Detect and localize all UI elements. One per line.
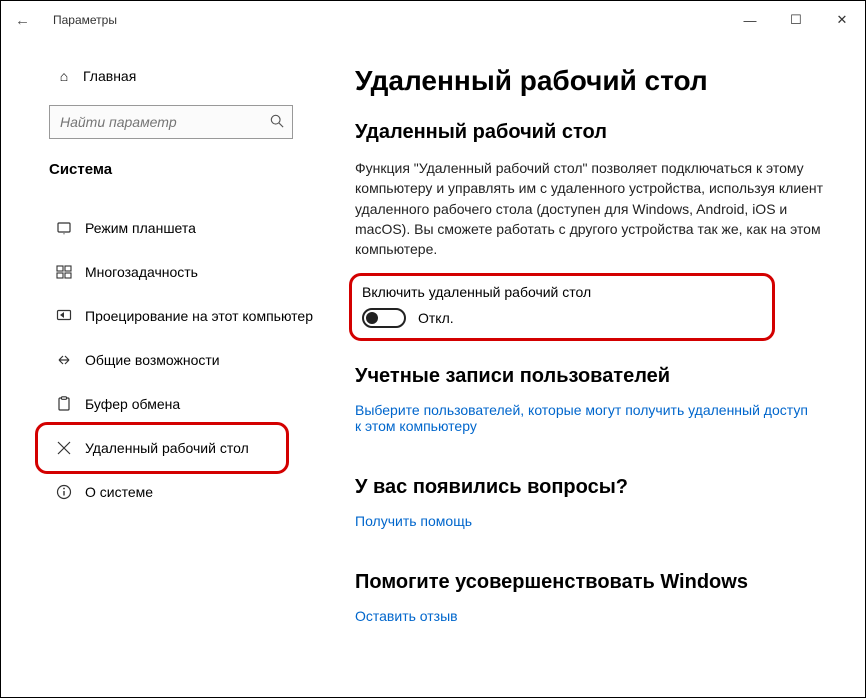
section-remote-title: Удаленный рабочий стол [355,121,835,144]
spacer [355,549,835,563]
sidebar-item-multitask[interactable]: Многозадачность [1,250,331,294]
remote-toggle-block: Включить удаленный рабочий стол Откл. [349,273,775,341]
nav-list: Режим планшета Многозадачность Проециров… [1,206,331,514]
toggle-row: Откл. [362,308,758,328]
remote-toggle[interactable] [362,308,406,328]
sidebar-item-clipboard[interactable]: Буфер обмена [1,382,331,426]
project-icon [55,308,73,324]
maximize-button[interactable]: ☐ [773,1,819,39]
sidebar: ⌂ Главная Система Режим планшета [1,39,331,697]
body: ⌂ Главная Система Режим планшета [1,39,865,697]
search-input[interactable] [60,114,270,130]
sidebar-item-label: Общие возможности [85,352,220,368]
window-title: Параметры [53,13,117,27]
minimize-button[interactable]: — [727,1,773,39]
section-title: Система [49,161,331,178]
remote-icon [55,440,73,456]
window-controls: — ☐ ✕ [727,1,865,39]
sidebar-item-shared[interactable]: Общие возможности [1,338,331,382]
section-improve-title: Помогите усовершенствовать Windows [355,571,835,594]
sidebar-item-project[interactable]: Проецирование на этот компьютер [1,294,331,338]
titlebar: ← Параметры — ☐ ✕ [1,1,865,39]
sidebar-item-label: Удаленный рабочий стол [85,440,249,456]
close-button[interactable]: ✕ [819,1,865,39]
search-icon [270,114,284,131]
home-icon: ⌂ [55,68,73,84]
about-icon [55,484,73,500]
tablet-icon [55,220,73,236]
clipboard-icon [55,396,73,412]
sidebar-item-label: Проецирование на этот компьютер [85,308,313,324]
toggle-state: Откл. [418,310,454,326]
sidebar-item-label: Режим планшета [85,220,196,236]
toggle-label: Включить удаленный рабочий стол [362,284,758,300]
feedback-link[interactable]: Оставить отзыв [355,608,458,624]
home-link[interactable]: ⌂ Главная [1,59,331,93]
sidebar-item-label: О системе [85,484,153,500]
remote-description: Функция "Удаленный рабочий стол" позволя… [355,158,825,259]
back-icon[interactable]: ← [15,12,35,29]
sidebar-item-tablet[interactable]: Режим планшета [1,206,331,250]
select-users-link[interactable]: Выберите пользователей, которые могут по… [355,402,815,434]
get-help-link[interactable]: Получить помощь [355,513,472,529]
settings-window: ← Параметры — ☐ ✕ ⌂ Главная Система [1,1,865,697]
search-box[interactable] [49,105,293,139]
home-label: Главная [83,68,136,84]
content: Удаленный рабочий стол Удаленный рабочий… [331,39,865,697]
multitask-icon [55,264,73,280]
spacer [355,454,835,468]
page-title: Удаленный рабочий стол [355,65,835,97]
section-questions-title: У вас появились вопросы? [355,476,835,499]
sidebar-item-about[interactable]: О системе [1,470,331,514]
section-accounts-title: Учетные записи пользователей [355,365,835,388]
sidebar-item-label: Буфер обмена [85,396,180,412]
shared-icon [55,352,73,368]
sidebar-item-remote[interactable]: Удаленный рабочий стол [1,426,331,470]
sidebar-item-label: Многозадачность [85,264,198,280]
